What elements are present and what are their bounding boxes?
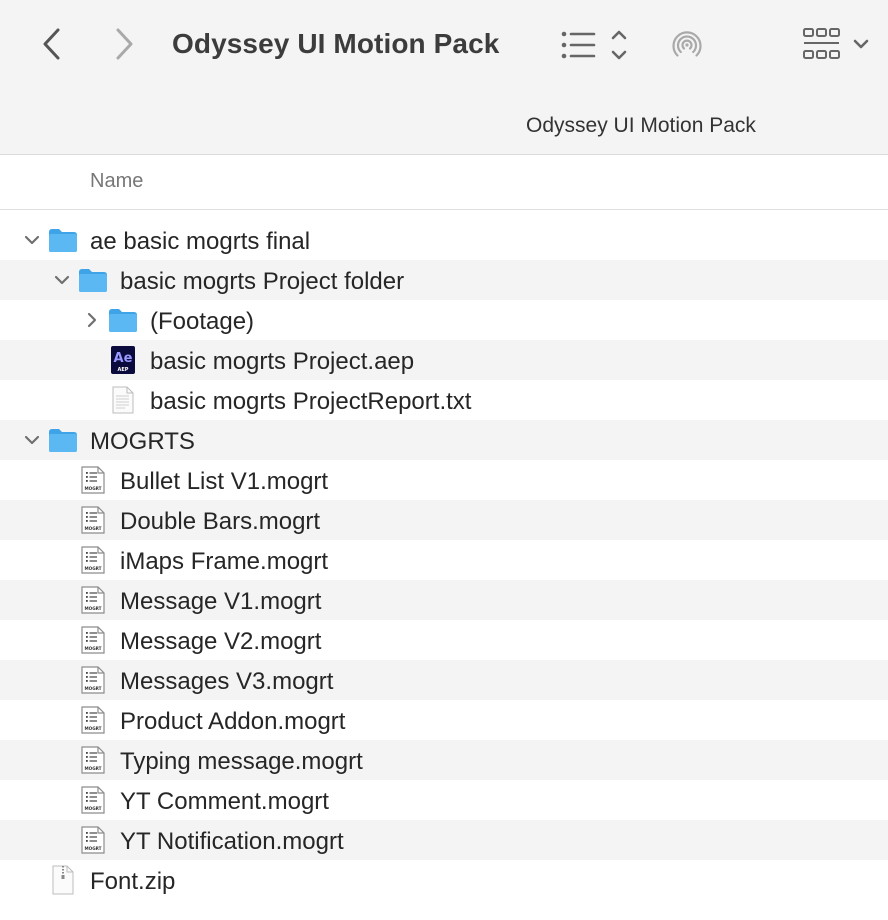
mogrt-file-icon: MOGRT	[78, 826, 108, 854]
file-name: basic mogrts Project folder	[120, 268, 405, 295]
svg-text:MOGRT: MOGRT	[84, 606, 101, 611]
file-row[interactable]: MOGRT YT Comment.mogrt	[0, 780, 888, 820]
zip-archive-icon	[48, 865, 78, 895]
mogrt-file-icon: MOGRT	[78, 786, 108, 814]
folder-row[interactable]: ae basic mogrts final	[0, 220, 888, 260]
file-name: ae basic mogrts final	[90, 228, 311, 255]
file-name: Message V1.mogrt	[120, 588, 322, 615]
grid-view-icon	[803, 28, 869, 59]
file-row[interactable]: Font.zip	[0, 860, 888, 900]
mogrt-file-icon: MOGRT	[78, 626, 108, 654]
mogrt-file-icon: MOGRT	[78, 546, 108, 574]
folder-row[interactable]: MOGRTS	[0, 420, 888, 460]
file-name: YT Comment.mogrt	[120, 788, 329, 815]
file-row[interactable]: Ae AEP basic mogrts Project.aep	[0, 340, 888, 380]
list-view-icon	[561, 30, 627, 60]
column-header-name[interactable]: Name	[90, 170, 143, 193]
file-row[interactable]: MOGRT Double Bars.mogrt	[0, 500, 888, 540]
folder-row[interactable]: basic mogrts Project folder	[0, 260, 888, 300]
file-row[interactable]: MOGRT iMaps Frame.mogrt	[0, 540, 888, 580]
file-name: basic mogrts ProjectReport.txt	[150, 388, 472, 415]
file-row[interactable]: MOGRT YT Notification.mogrt	[0, 820, 888, 860]
file-name: (Footage)	[150, 308, 255, 335]
svg-text:MOGRT: MOGRT	[84, 846, 101, 851]
file-name: Bullet List V1.mogrt	[120, 468, 329, 495]
file-row[interactable]: MOGRT Message V1.mogrt	[0, 580, 888, 620]
mogrt-file-icon: MOGRT	[78, 666, 108, 694]
file-name: Message V2.mogrt	[120, 628, 322, 655]
svg-text:AEP: AEP	[118, 367, 129, 373]
mogrt-file-icon: MOGRT	[78, 586, 108, 614]
svg-text:MOGRT: MOGRT	[84, 806, 101, 811]
file-name: iMaps Frame.mogrt	[120, 548, 329, 575]
back-button[interactable]	[30, 22, 74, 66]
disclosure-expanded-icon[interactable]	[22, 230, 42, 250]
list-view-button[interactable]	[552, 22, 632, 68]
svg-text:Ae: Ae	[114, 351, 133, 366]
folder-icon	[48, 426, 78, 454]
airdrop-button[interactable]	[664, 22, 710, 68]
mogrt-file-icon: MOGRT	[78, 706, 108, 734]
file-name: Typing message.mogrt	[120, 748, 363, 775]
forward-button[interactable]	[102, 22, 146, 66]
svg-text:MOGRT: MOGRT	[84, 766, 101, 771]
chevron-right-icon	[116, 28, 133, 60]
toolbar: Odyssey UI Motion Pack Odyssey UI Motion…	[0, 0, 888, 155]
svg-text:MOGRT: MOGRT	[84, 486, 101, 491]
file-row[interactable]: MOGRT Messages V3.mogrt	[0, 660, 888, 700]
file-row[interactable]: MOGRT Typing message.mogrt	[0, 740, 888, 780]
file-name: Double Bars.mogrt	[120, 508, 321, 535]
file-name: Font.zip	[90, 868, 176, 895]
path-bar-title: Odyssey UI Motion Pack	[526, 114, 756, 137]
file-name: Messages V3.mogrt	[120, 668, 334, 695]
file-name: YT Notification.mogrt	[120, 828, 344, 855]
folder-icon	[78, 266, 108, 294]
file-name: Product Addon.mogrt	[120, 708, 346, 735]
svg-text:MOGRT: MOGRT	[84, 686, 101, 691]
column-header: Name	[0, 156, 888, 210]
svg-text:MOGRT: MOGRT	[84, 726, 101, 731]
window-title: Odyssey UI Motion Pack	[172, 28, 500, 59]
disclosure-expanded-icon[interactable]	[52, 270, 72, 290]
file-row[interactable]: basic mogrts ProjectReport.txt	[0, 380, 888, 420]
folder-icon	[108, 306, 138, 334]
disclosure-collapsed-icon[interactable]	[82, 310, 102, 330]
folder-row[interactable]: (Footage)	[0, 300, 888, 340]
file-name: MOGRTS	[90, 428, 195, 455]
file-row[interactable]: MOGRT Message V2.mogrt	[0, 620, 888, 660]
grid-view-button[interactable]	[796, 22, 876, 68]
file-row[interactable]: MOGRT Product Addon.mogrt	[0, 700, 888, 740]
disclosure-expanded-icon[interactable]	[22, 430, 42, 450]
after-effects-file-icon: Ae AEP	[108, 346, 138, 374]
svg-text:MOGRT: MOGRT	[84, 646, 101, 651]
folder-icon	[48, 226, 78, 254]
file-name: basic mogrts Project.aep	[150, 348, 415, 375]
mogrt-file-icon: MOGRT	[78, 466, 108, 494]
airdrop-icon	[672, 31, 702, 57]
svg-text:MOGRT: MOGRT	[84, 566, 101, 571]
file-row[interactable]: MOGRT Bullet List V1.mogrt	[0, 460, 888, 500]
mogrt-file-icon: MOGRT	[78, 506, 108, 534]
file-list: ae basic mogrts final basic mogrts Projec…	[0, 220, 888, 900]
svg-text:MOGRT: MOGRT	[84, 526, 101, 531]
text-document-icon	[108, 386, 138, 414]
mogrt-file-icon: MOGRT	[78, 746, 108, 774]
chevron-left-icon	[43, 28, 60, 60]
